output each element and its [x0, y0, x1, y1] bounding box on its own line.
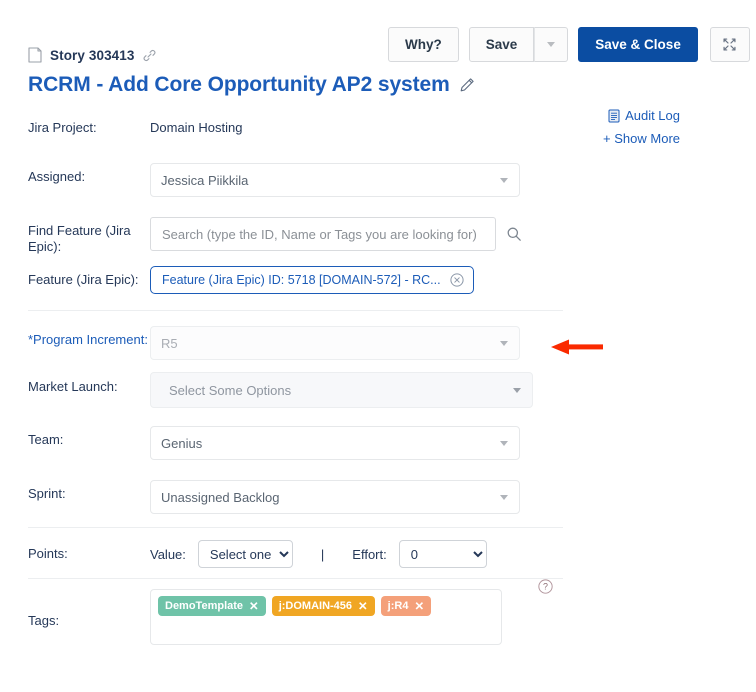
points-value-label: Value:	[150, 546, 186, 562]
save-and-close-button[interactable]: Save & Close	[578, 27, 698, 62]
row-tags: Tags: ? DemoTemplate ✕ j:DOMAIN-456 ✕ j:…	[0, 579, 756, 659]
tag-label: j:R4	[387, 600, 409, 612]
page-title: RCRM - Add Core Opportunity AP2 system	[28, 73, 475, 97]
caret-down-icon	[547, 42, 556, 47]
svg-text:?: ?	[543, 582, 548, 592]
chevron-down-icon	[513, 388, 521, 393]
program-increment-select[interactable]: R5	[150, 326, 520, 360]
find-feature-label: Find Feature (Jira Epic):	[28, 223, 131, 254]
story-form: Jira Project: Domain Hosting Assigned: J…	[0, 118, 756, 659]
row-sprint: Sprint: Unassigned Backlog	[0, 475, 756, 527]
document-icon	[28, 47, 42, 63]
points-effort-label: Effort:	[352, 546, 387, 562]
tag-remove-icon[interactable]: ✕	[249, 599, 259, 613]
row-market-launch: Market Launch: Select Some Options	[0, 367, 756, 421]
tag-remove-icon[interactable]: ✕	[414, 599, 424, 613]
tag-chip[interactable]: j:DOMAIN-456 ✕	[271, 596, 375, 616]
arrow-shape	[551, 339, 603, 355]
team-select[interactable]: Genius	[150, 426, 520, 460]
red-left-arrow-annotation	[551, 339, 603, 355]
market-launch-value: Select Some Options	[169, 382, 292, 398]
sprint-label: Sprint:	[28, 486, 66, 501]
row-team: Team: Genius	[0, 421, 756, 475]
row-jira-project: Jira Project: Domain Hosting	[0, 118, 756, 158]
remove-circle-icon[interactable]	[449, 273, 464, 287]
tags-label: Tags:	[28, 613, 60, 628]
expand-fullscreen-icon	[723, 38, 736, 51]
chevron-down-icon	[500, 441, 508, 446]
points-label: Points:	[28, 546, 68, 561]
row-points: Points: Value: Select one | Effort: 0	[0, 528, 756, 578]
program-increment-label: *Program Increment:	[28, 332, 148, 347]
tag-remove-icon[interactable]: ✕	[358, 599, 368, 613]
pencil-icon[interactable]	[459, 77, 475, 93]
story-number-label: Story 303413	[50, 47, 135, 63]
market-launch-select[interactable]: Select Some Options	[150, 372, 533, 408]
row-program-increment: *Program Increment: R5	[0, 311, 756, 367]
find-feature-search-input[interactable]: Search (type the ID, Name or Tags you ar…	[150, 217, 496, 251]
row-find-feature: Find Feature (Jira Epic): Search (type t…	[0, 212, 756, 264]
assigned-select[interactable]: Jessica Piikkila	[150, 163, 520, 197]
top-action-toolbar: Why? Save Save & Close	[388, 27, 750, 62]
feature-label: Feature (Jira Epic):	[28, 272, 139, 287]
market-launch-label: Market Launch:	[28, 379, 118, 394]
search-icon[interactable]	[506, 226, 522, 242]
find-feature-placeholder: Search (type the ID, Name or Tags you ar…	[162, 226, 477, 242]
tag-chip[interactable]: DemoTemplate ✕	[158, 596, 266, 616]
points-separator: |	[320, 546, 325, 562]
find-feature-search-wrap: Search (type the ID, Name or Tags you ar…	[150, 217, 756, 251]
tag-label: DemoTemplate	[165, 600, 244, 612]
tag-chip[interactable]: j:R4 ✕	[380, 596, 432, 616]
program-increment-value: R5	[161, 335, 178, 351]
save-button[interactable]: Save	[468, 27, 535, 62]
chevron-down-icon	[500, 341, 508, 346]
help-circle-icon[interactable]: ?	[538, 579, 553, 594]
sprint-select[interactable]: Unassigned Backlog	[150, 480, 520, 514]
chevron-down-icon	[500, 495, 508, 500]
team-label: Team:	[28, 432, 64, 447]
jira-project-value: Domain Hosting	[150, 120, 243, 135]
story-detail-page: Why? Save Save & Close Story 303413 RCRM…	[0, 0, 756, 692]
points-effort-select[interactable]: 0	[398, 540, 487, 568]
bottom-cutoff-text	[0, 686, 756, 692]
expand-fullscreen-button[interactable]	[709, 27, 750, 62]
link-icon[interactable]	[143, 49, 156, 62]
save-dropdown-button[interactable]	[534, 27, 569, 62]
row-assigned: Assigned: Jessica Piikkila	[0, 158, 756, 212]
assigned-value: Jessica Piikkila	[161, 172, 249, 188]
chevron-down-icon	[500, 178, 508, 183]
jira-project-label: Jira Project:	[28, 120, 97, 135]
team-value: Genius	[161, 435, 203, 451]
points-value-select[interactable]: Select one	[197, 540, 293, 568]
page-title-text: RCRM - Add Core Opportunity AP2 system	[28, 73, 450, 96]
feature-chip-label: Feature (Jira Epic) ID: 5718 [DOMAIN-572…	[162, 273, 441, 287]
sprint-value: Unassigned Backlog	[161, 489, 280, 505]
tag-label: j:DOMAIN-456	[278, 600, 353, 612]
why-button[interactable]: Why?	[388, 27, 459, 62]
tags-input-box[interactable]: DemoTemplate ✕ j:DOMAIN-456 ✕ j:R4 ✕	[150, 589, 502, 645]
feature-chip[interactable]: Feature (Jira Epic) ID: 5718 [DOMAIN-572…	[150, 266, 474, 294]
assigned-label: Assigned:	[28, 169, 86, 184]
row-feature: Feature (Jira Epic): Feature (Jira Epic)…	[0, 264, 756, 310]
story-identifier-line: Story 303413	[28, 47, 156, 63]
